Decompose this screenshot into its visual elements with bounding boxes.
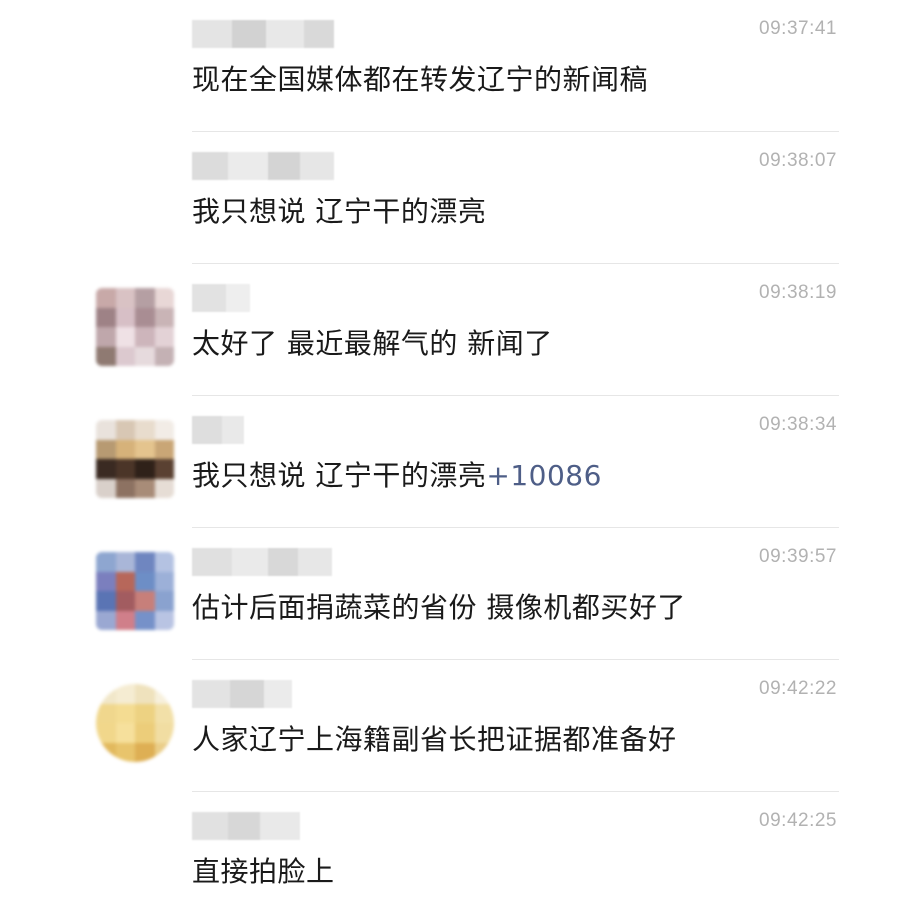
comment-timestamp: 09:37:41 bbox=[759, 18, 837, 39]
comment-text: 我只想说 辽宁干的漂亮+10086 bbox=[192, 459, 602, 492]
comment-item[interactable]: 09:42:22 人家辽宁上海籍副省长把证据都准备好 bbox=[0, 660, 909, 792]
comment-text: 直接拍脸上 bbox=[192, 855, 335, 888]
comment-timestamp: 09:42:25 bbox=[759, 810, 837, 831]
comment-text: 现在全国媒体都在转发辽宁的新闻稿 bbox=[192, 63, 649, 96]
comment-timestamp: 09:38:34 bbox=[759, 414, 837, 435]
comment-text: 我只想说 辽宁干的漂亮 bbox=[192, 195, 487, 228]
comment-item[interactable]: 09:42:25 直接拍脸上 bbox=[0, 792, 909, 924]
comment-timestamp: 09:38:19 bbox=[759, 282, 837, 303]
comment-text: 估计后面捐蔬菜的省份 摄像机都买好了 bbox=[192, 591, 686, 624]
avatar-blurred[interactable] bbox=[96, 420, 174, 498]
comment-item[interactable]: 09:37:41 现在全国媒体都在转发辽宁的新闻稿 bbox=[0, 0, 909, 132]
comment-timestamp: 09:42:22 bbox=[759, 678, 837, 699]
comment-item[interactable]: 09:38:34 我只想说 辽宁干的漂亮+10086 bbox=[0, 396, 909, 528]
username-blurred[interactable] bbox=[192, 416, 244, 444]
username-blurred[interactable] bbox=[192, 152, 334, 180]
username-blurred[interactable] bbox=[192, 20, 334, 48]
comment-item[interactable]: 09:38:19 太好了 最近最解气的 新闻了 bbox=[0, 264, 909, 396]
username-blurred[interactable] bbox=[192, 812, 300, 840]
comment-item[interactable]: 09:38:07 我只想说 辽宁干的漂亮 bbox=[0, 132, 909, 264]
comment-feed: 09:37:41 现在全国媒体都在转发辽宁的新闻稿 09:38:07 我只想说 … bbox=[0, 0, 909, 896]
comment-timestamp: 09:38:07 bbox=[759, 150, 837, 171]
comment-text: 人家辽宁上海籍副省长把证据都准备好 bbox=[192, 723, 677, 756]
username-blurred[interactable] bbox=[192, 548, 332, 576]
comment-item[interactable]: 09:39:57 估计后面捐蔬菜的省份 摄像机都买好了 bbox=[0, 528, 909, 660]
avatar-blurred[interactable] bbox=[96, 684, 174, 762]
repeat-count: +10086 bbox=[486, 459, 602, 492]
username-blurred[interactable] bbox=[192, 284, 250, 312]
avatar-blurred[interactable] bbox=[96, 288, 174, 366]
avatar-blurred[interactable] bbox=[96, 552, 174, 630]
username-blurred[interactable] bbox=[192, 680, 292, 708]
comment-text: 太好了 最近最解气的 新闻了 bbox=[192, 327, 553, 360]
comment-timestamp: 09:39:57 bbox=[759, 546, 837, 567]
